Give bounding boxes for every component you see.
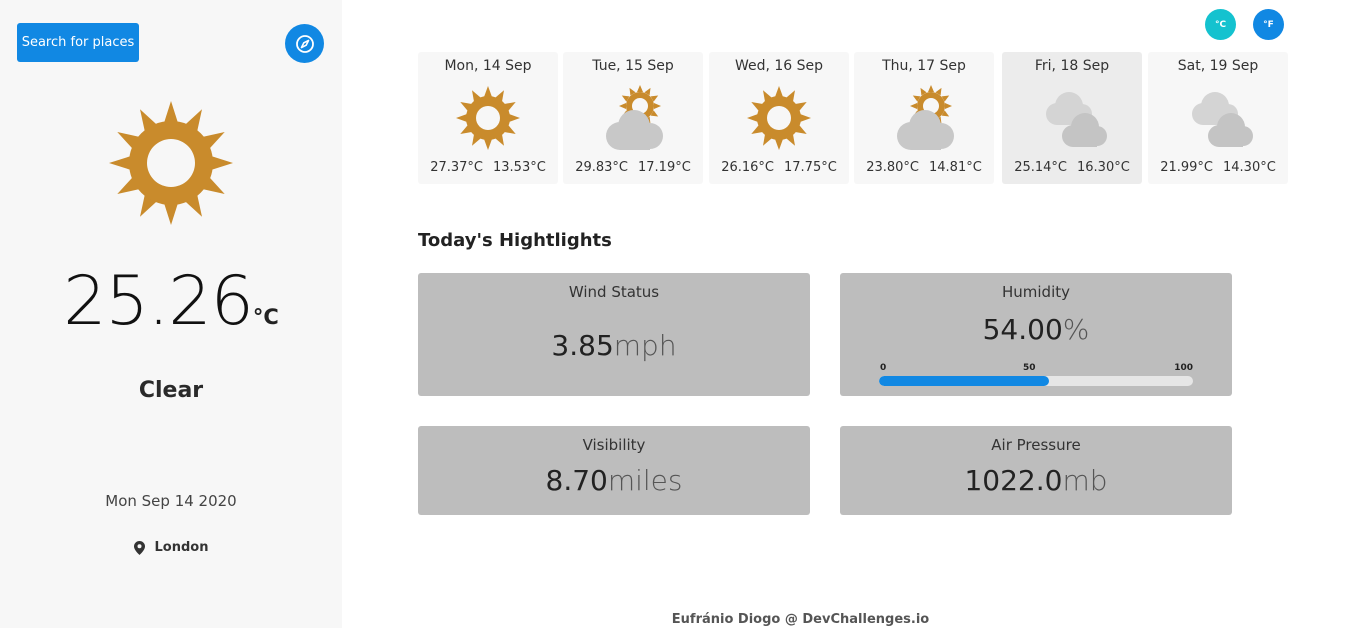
visibility-label: Visibility (582, 436, 646, 454)
humidity-scale-max: 100 (1174, 363, 1193, 373)
forecast-temps: 25.14°C 16.30°C (1002, 160, 1142, 175)
forecast-card: Thu, 17 Sep 23.80°C 14.81°C (854, 52, 994, 184)
sidebar: Search for places 25.26°C Clear Mon Sep … (0, 0, 342, 628)
forecast-min-temp: 14.81°C (929, 160, 982, 175)
fahrenheit-toggle[interactable]: °F (1253, 9, 1284, 40)
humidity-card: Humidity 54.00% 0 50 100 (840, 273, 1232, 396)
forecast-card: Tue, 15 Sep 29.83°C 17.19°C (563, 52, 703, 184)
wind-status-value: 3.85mph (418, 329, 810, 362)
humidity-progress-fill (879, 376, 1049, 386)
current-date: Mon Sep 14 2020 (105, 492, 237, 510)
humidity-unit: % (1062, 313, 1090, 346)
current-location-button[interactable] (285, 24, 324, 63)
sun-icon (747, 86, 811, 150)
compass-icon (295, 34, 314, 53)
humidity-value: 54.00% (840, 313, 1232, 346)
current-temperature: 25.26°C (0, 262, 342, 341)
sun-icon (109, 101, 233, 225)
forecast-max-temp: 25.14°C (1014, 160, 1067, 175)
temperature-unit: °C (252, 305, 279, 329)
forecast-day: Sat, 19 Sep (1177, 58, 1259, 74)
forecast-day: Wed, 16 Sep (734, 58, 824, 74)
forecast-day: Mon, 14 Sep (444, 58, 532, 74)
forecast-max-temp: 23.80°C (866, 160, 919, 175)
visibility-number: 8.70 (545, 464, 608, 497)
forecast-temps: 21.99°C 14.30°C (1148, 160, 1288, 175)
forecast-max-temp: 27.37°C (430, 160, 483, 175)
forecast-temps: 29.83°C 17.19°C (563, 160, 703, 175)
forecast-max-temp: 26.16°C (721, 160, 774, 175)
forecast-min-temp: 17.19°C (638, 160, 691, 175)
air-pressure-value: 1022.0mb (840, 464, 1232, 497)
forecast-max-temp: 21.99°C (1160, 160, 1213, 175)
forecast-temps: 26.16°C 17.75°C (709, 160, 849, 175)
footer-credit: Eufránio Diogo @ DevChallenges.io (671, 612, 930, 627)
forecast-card: Fri, 18 Sep 25.14°C 16.30°C (1002, 52, 1142, 184)
wind-status-label: Wind Status (568, 283, 660, 301)
visibility-card: Visibility 8.70miles (418, 426, 810, 515)
forecast-max-temp: 29.83°C (575, 160, 628, 175)
celsius-toggle[interactable]: °C (1205, 9, 1236, 40)
forecast-day: Thu, 17 Sep (882, 58, 966, 74)
temperature-value: 25.26 (63, 262, 254, 341)
wind-status-card: Wind Status 3.85mph (418, 273, 810, 396)
forecast-min-temp: 16.30°C (1077, 160, 1130, 175)
location-pin-icon (133, 540, 145, 555)
air-pressure-unit: mb (1062, 464, 1108, 497)
cloudy-icon (1046, 92, 1107, 147)
air-pressure-card: Air Pressure 1022.0mb (840, 426, 1232, 515)
partly-cloudy-icon (897, 85, 954, 150)
air-pressure-number: 1022.0 (964, 464, 1063, 497)
visibility-unit: miles (607, 464, 683, 497)
humidity-progress-bar (879, 376, 1193, 386)
forecast-temps: 23.80°C 14.81°C (854, 160, 994, 175)
current-location: London (0, 540, 342, 555)
sun-icon (456, 86, 520, 150)
wind-speed: 3.85 (551, 329, 614, 362)
weather-condition: Clear (138, 378, 204, 403)
partly-cloudy-icon (606, 85, 663, 150)
forecast-temps: 27.37°C 13.53°C (418, 160, 558, 175)
forecast-min-temp: 14.30°C (1223, 160, 1276, 175)
visibility-value: 8.70miles (418, 464, 810, 497)
forecast-card: Sat, 19 Sep 21.99°C 14.30°C (1148, 52, 1288, 184)
humidity-scale-min: 0 (880, 363, 887, 373)
search-places-button[interactable]: Search for places (17, 23, 139, 62)
forecast-day: Fri, 18 Sep (1034, 58, 1110, 74)
highlights-title: Today's Hightlights (418, 230, 612, 251)
location-name: London (154, 540, 209, 555)
air-pressure-label: Air Pressure (991, 436, 1081, 454)
cloudy-icon (1192, 92, 1253, 147)
forecast-day: Tue, 15 Sep (592, 58, 674, 74)
forecast-min-temp: 17.75°C (784, 160, 837, 175)
forecast-card: Mon, 14 Sep 27.37°C 13.53°C (418, 52, 558, 184)
humidity-label: Humidity (1001, 283, 1070, 301)
wind-unit: mph (613, 329, 677, 362)
forecast-min-temp: 13.53°C (493, 160, 546, 175)
humidity-scale-mid: 50 (1023, 363, 1036, 373)
humidity-number: 54.00 (982, 313, 1063, 346)
forecast-card: Wed, 16 Sep 26.16°C 17.75°C (709, 52, 849, 184)
